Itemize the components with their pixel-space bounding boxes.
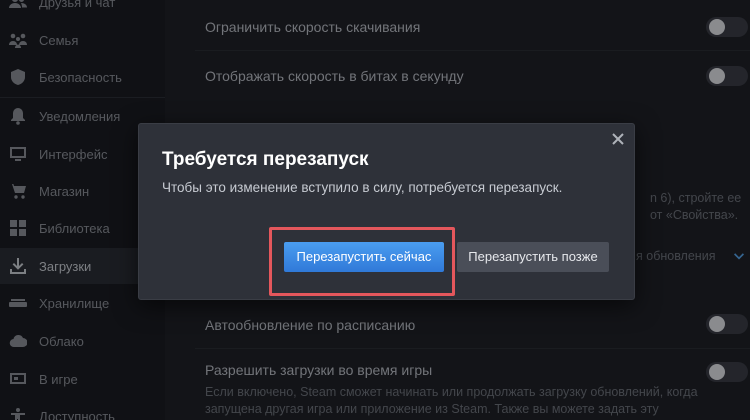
dialog-message: Чтобы это изменение вступило в силу, пот…	[162, 180, 563, 195]
close-icon	[612, 133, 624, 145]
restart-required-dialog: Требуется перезапуск Чтобы это изменение…	[138, 123, 635, 300]
steam-settings-window: Друзья и чат Семья Безопасность Уведомле…	[0, 0, 750, 420]
close-button[interactable]	[609, 130, 627, 148]
restart-now-button[interactable]: Перезапустить сейчас	[284, 242, 444, 272]
dialog-title: Требуется перезапуск	[162, 149, 369, 170]
restart-later-button[interactable]: Перезапустить позже	[457, 242, 609, 272]
